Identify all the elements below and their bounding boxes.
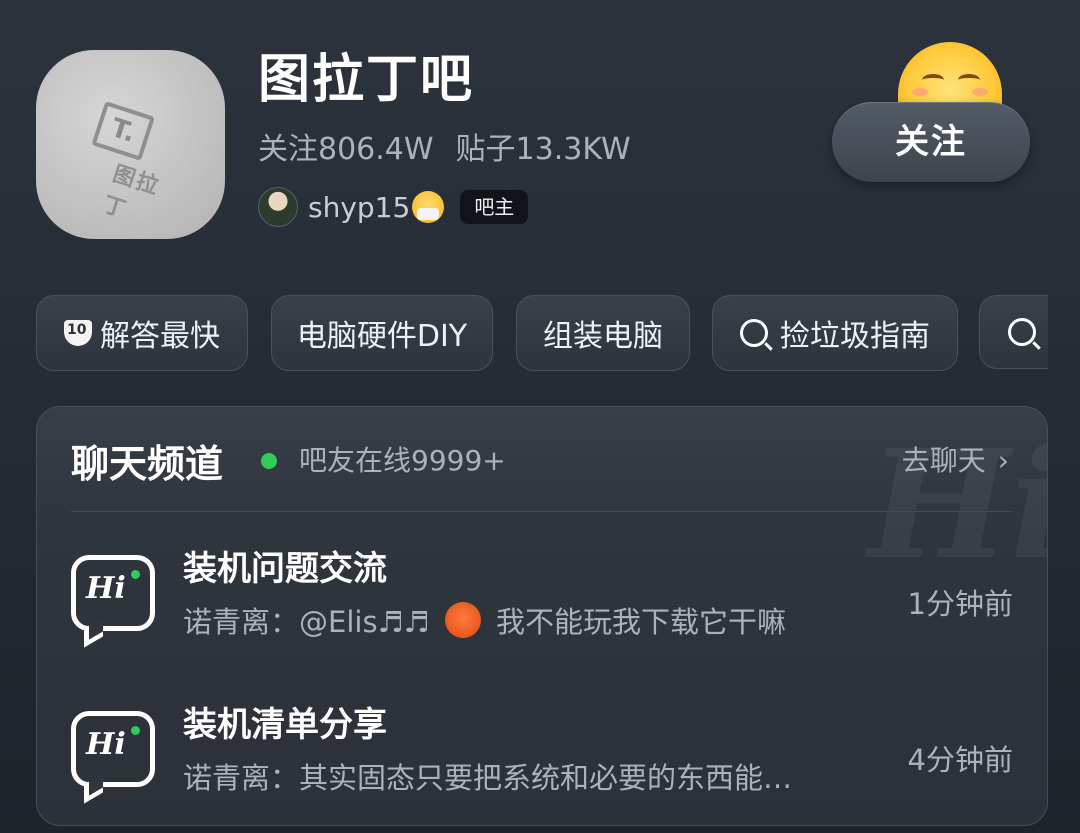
message-sender-text: 诺青离：@Elis♬♬ [183, 605, 430, 639]
tag-label: 电脑硬件DIY [296, 319, 468, 354]
mascot-eye [958, 74, 980, 86]
tag-label: 解答最快 [100, 319, 220, 354]
hi-chat-icon: Hi [71, 555, 155, 631]
search-icon [1008, 318, 1036, 346]
online-status-dot [261, 453, 277, 469]
room-timestamp: 4分钟前 [907, 743, 1013, 777]
logo-mark: T. 图拉丁 [74, 90, 182, 223]
forum-logo[interactable]: T. 图拉丁 [36, 50, 225, 239]
room-last-message: 诺青离：@Elis♬♬ 我不能玩我下载它干嘛 [183, 599, 843, 641]
admin-avatar[interactable] [258, 187, 298, 227]
logo-text: 图拉丁 [99, 161, 164, 224]
go-chat-link[interactable]: 去聊天 › [902, 439, 1009, 479]
tag-build-pc[interactable]: 组装电脑 [516, 295, 690, 371]
follow-button[interactable]: 关注 [832, 102, 1030, 182]
room-name: 装机问题交流 [183, 549, 387, 589]
room-last-message: 诺青离：其实固态只要把系统和必要的东西能… [183, 761, 793, 795]
mascot-cheek [912, 88, 928, 96]
posts-count: 贴子13.3KW [455, 132, 631, 167]
room-timestamp: 1分钟前 [907, 587, 1013, 621]
forum-stats: 关注806.4W 贴子13.3KW [258, 130, 631, 170]
chat-channel-card: Hi 聊天频道 吧友在线9999+ 去聊天 › Hi 装机问题交流 诺青离：@El… [36, 406, 1048, 826]
online-dot [131, 570, 140, 579]
tag-scavenging-guide[interactable]: 捡垃圾指南 [712, 295, 958, 371]
forum-title: 图拉丁吧 [258, 50, 475, 110]
go-chat-label: 去聊天 [901, 444, 986, 477]
followers-count: 关注806.4W [258, 132, 434, 167]
chat-channel-title: 聊天频道 [71, 442, 224, 486]
online-count: 吧友在线9999+ [299, 444, 506, 477]
trophy-10-icon [64, 320, 92, 346]
tag-label: 捡垃圾指南 [780, 319, 930, 354]
online-dot [131, 726, 140, 735]
room-name: 装机清单分享 [183, 705, 387, 745]
tag-label: 组装电脑 [543, 319, 663, 354]
tag-fastest-answer[interactable]: 解答最快 [36, 295, 248, 371]
admin-name[interactable]: shyp15 [308, 191, 410, 224]
search-icon [740, 319, 768, 347]
admin-row[interactable]: shyp15 吧主 [258, 187, 529, 227]
mascot-cheek [972, 88, 988, 96]
chevron-right-icon: › [997, 444, 1009, 477]
logo-t-icon: T. [91, 101, 156, 161]
tag-row: 解答最快 电脑硬件DIY 组装电脑 捡垃圾指南 [36, 295, 1048, 371]
message-text: 我不能玩我下载它干嘛 [495, 605, 786, 639]
tag-search-more[interactable] [979, 295, 1048, 369]
hi-text: Hi [86, 571, 126, 606]
divider [71, 511, 1013, 512]
angry-face-emoji-icon [444, 602, 481, 638]
hi-text: Hi [86, 727, 126, 762]
mascot-eye [922, 74, 944, 86]
admin-role-badge: 吧主 [460, 190, 529, 224]
chat-room-item[interactable]: Hi 装机清单分享 诺青离：其实固态只要把系统和必要的东西能… 4分钟前 [37, 697, 1047, 817]
mask-face-emoji-icon [412, 191, 445, 223]
tag-pc-hardware-diy[interactable]: 电脑硬件DIY [271, 295, 493, 371]
chat-room-item[interactable]: Hi 装机问题交流 诺青离：@Elis♬♬ 我不能玩我下载它干嘛 1分钟前 [37, 541, 1047, 661]
hi-chat-icon: Hi [71, 711, 155, 787]
